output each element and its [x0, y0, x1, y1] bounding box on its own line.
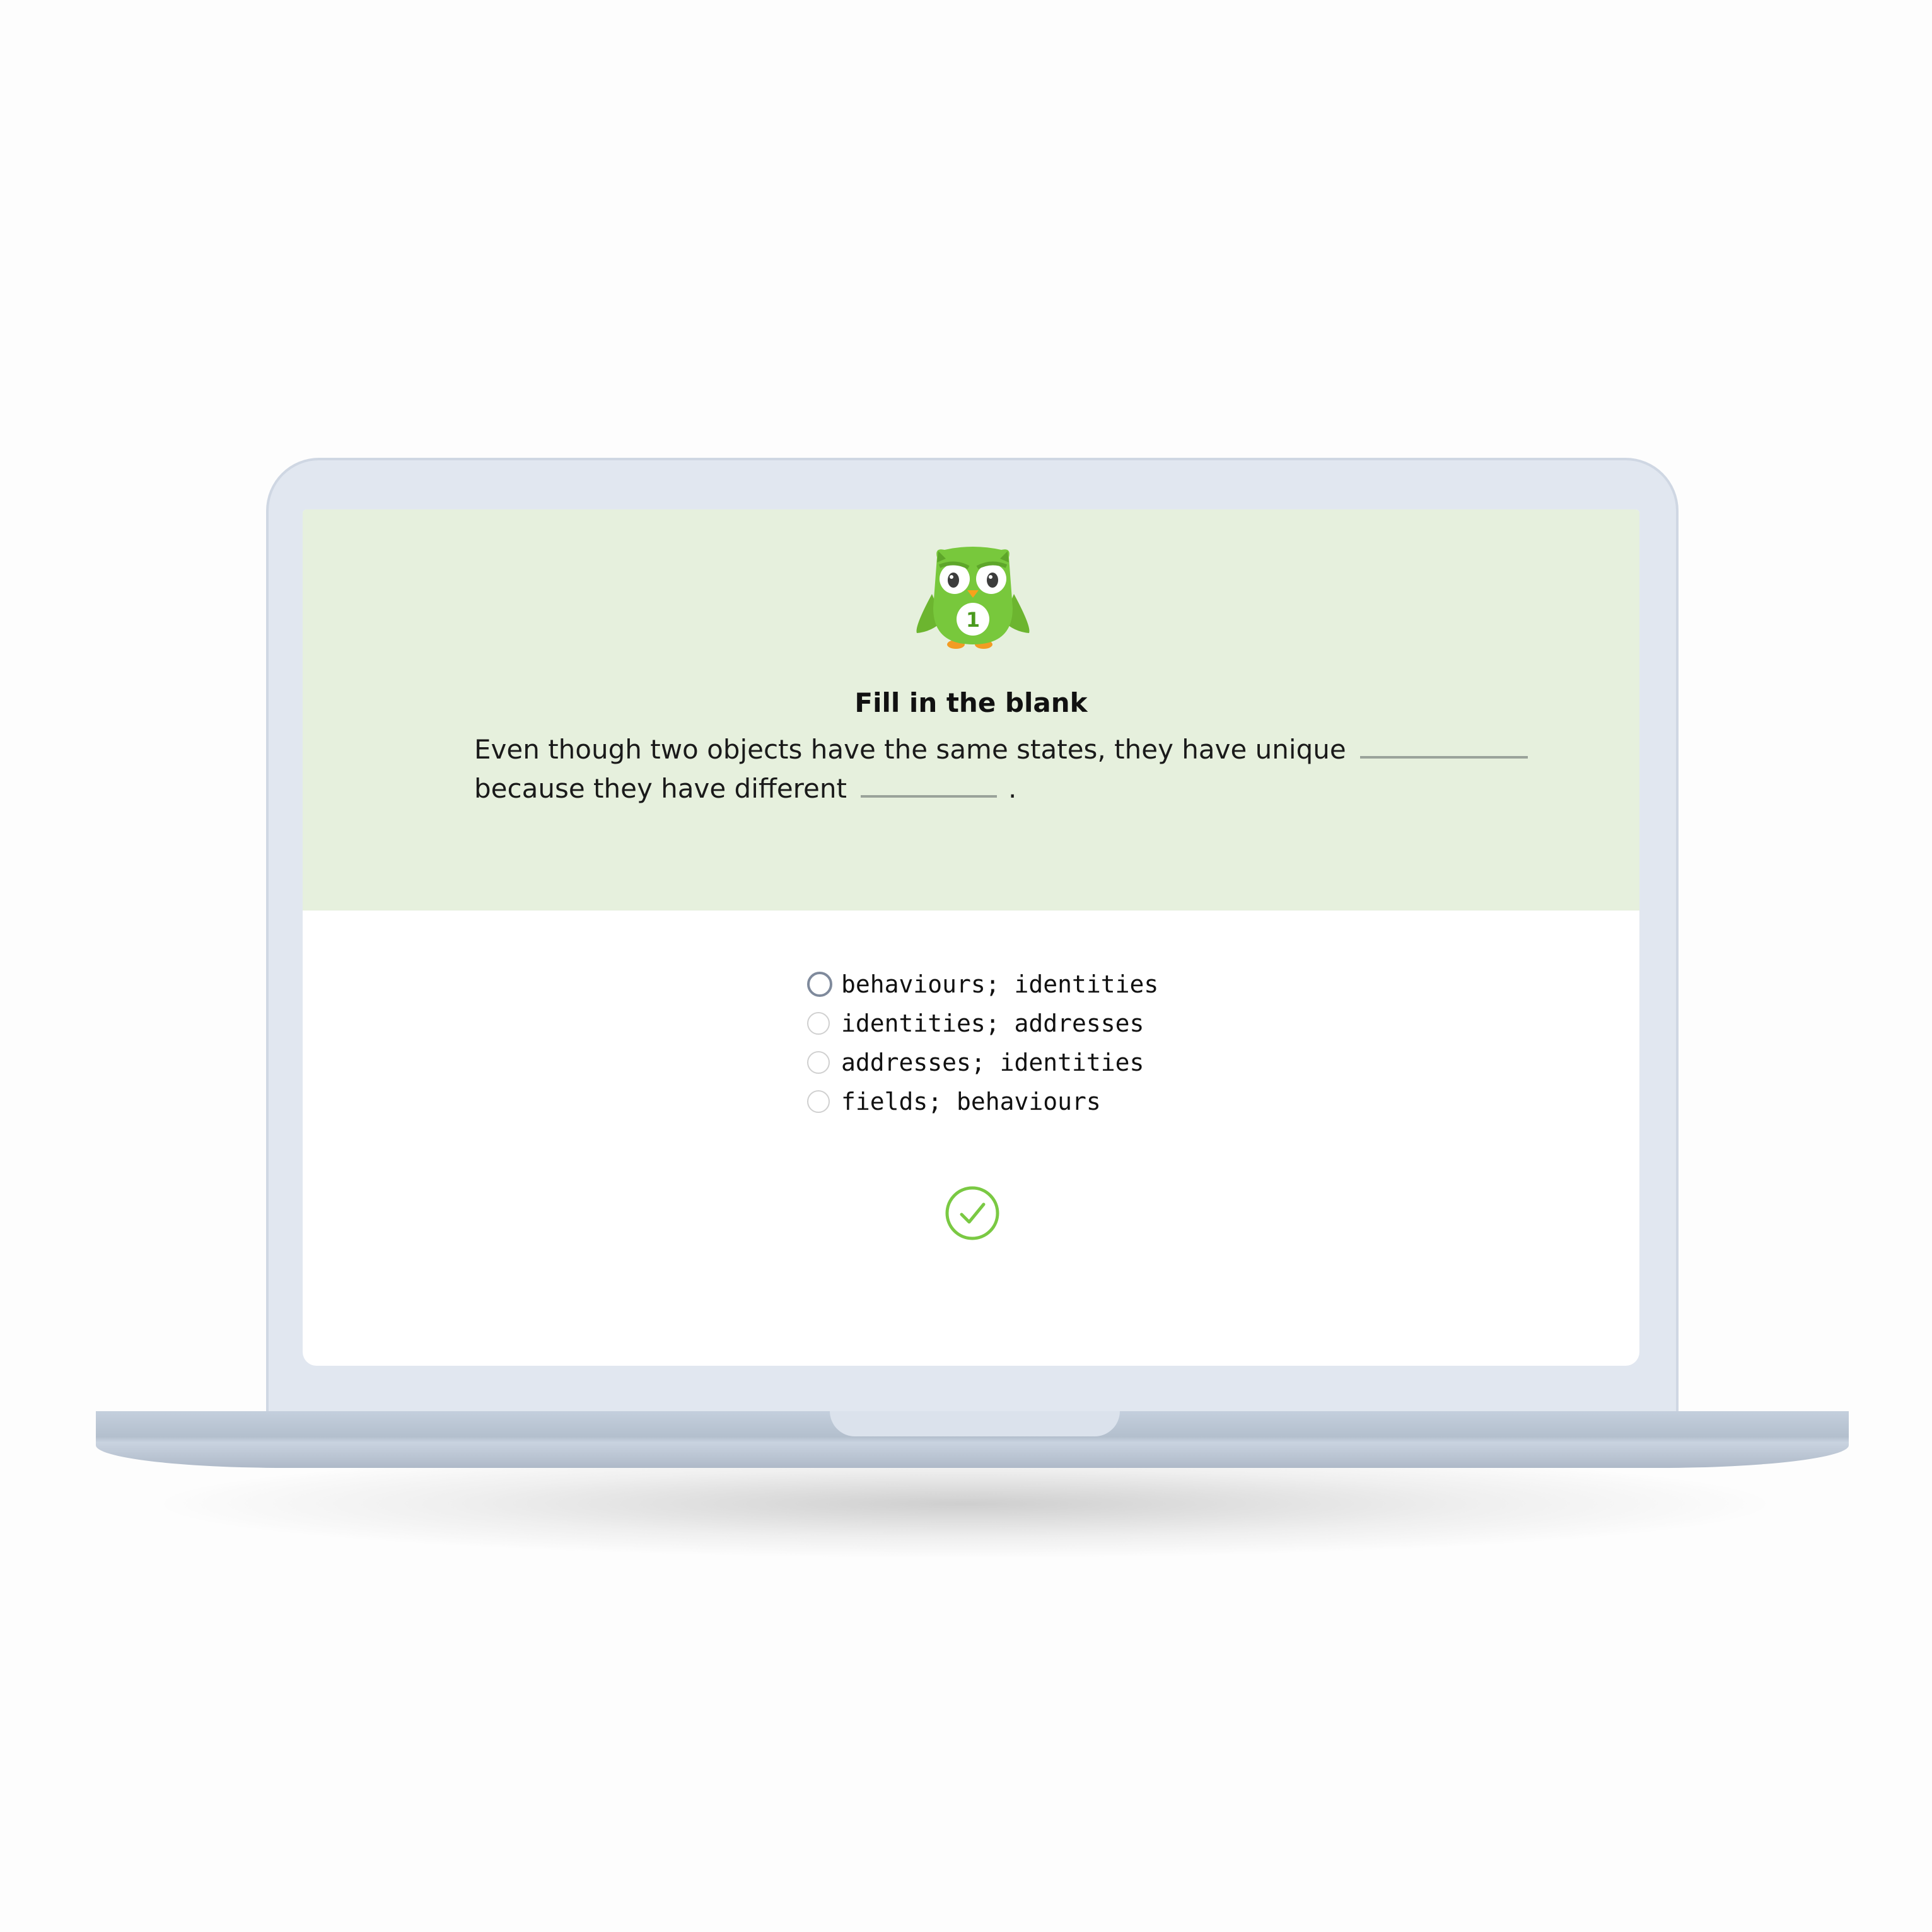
owl-mascot-icon: 1 [916, 547, 1030, 649]
option-4[interactable]: fields; behaviours [807, 1082, 1158, 1121]
exercise-title: Fill in the blank [854, 687, 1088, 718]
option-2-label: identities; addresses [841, 1010, 1144, 1037]
sentence-part-2: because they have different [474, 773, 847, 804]
sentence-end: . [1008, 773, 1017, 804]
blank-2 [860, 793, 997, 798]
owl-badge-number: 1 [966, 608, 980, 632]
option-1-radio[interactable] [807, 972, 832, 997]
sentence-part-1: Even though two objects have the same st… [474, 734, 1346, 765]
exercise-sentence: Even though two objects have the same st… [474, 730, 1609, 808]
laptop-base [96, 1411, 1849, 1468]
option-4-radio[interactable] [807, 1090, 830, 1113]
laptop-notch [830, 1411, 1120, 1436]
answer-options: behaviours; identities identities; addre… [807, 965, 1158, 1121]
option-2-radio[interactable] [807, 1012, 830, 1035]
scene: 1 Fill in the blank Even though two obje… [0, 0, 1932, 1932]
option-4-label: fields; behaviours [841, 1088, 1101, 1115]
option-3[interactable]: addresses; identities [807, 1043, 1158, 1082]
option-3-radio[interactable] [807, 1051, 830, 1074]
option-2[interactable]: identities; addresses [807, 1004, 1158, 1043]
prompt-area: 1 Fill in the blank Even though two obje… [303, 509, 1639, 911]
option-1[interactable]: behaviours; identities [807, 965, 1158, 1004]
check-circle-icon[interactable] [945, 1185, 1000, 1241]
option-1-label: behaviours; identities [841, 970, 1159, 998]
option-3-label: addresses; identities [841, 1049, 1144, 1076]
laptop-screen: 1 Fill in the blank Even though two obje… [303, 509, 1639, 1366]
blank-1 [1359, 754, 1528, 759]
